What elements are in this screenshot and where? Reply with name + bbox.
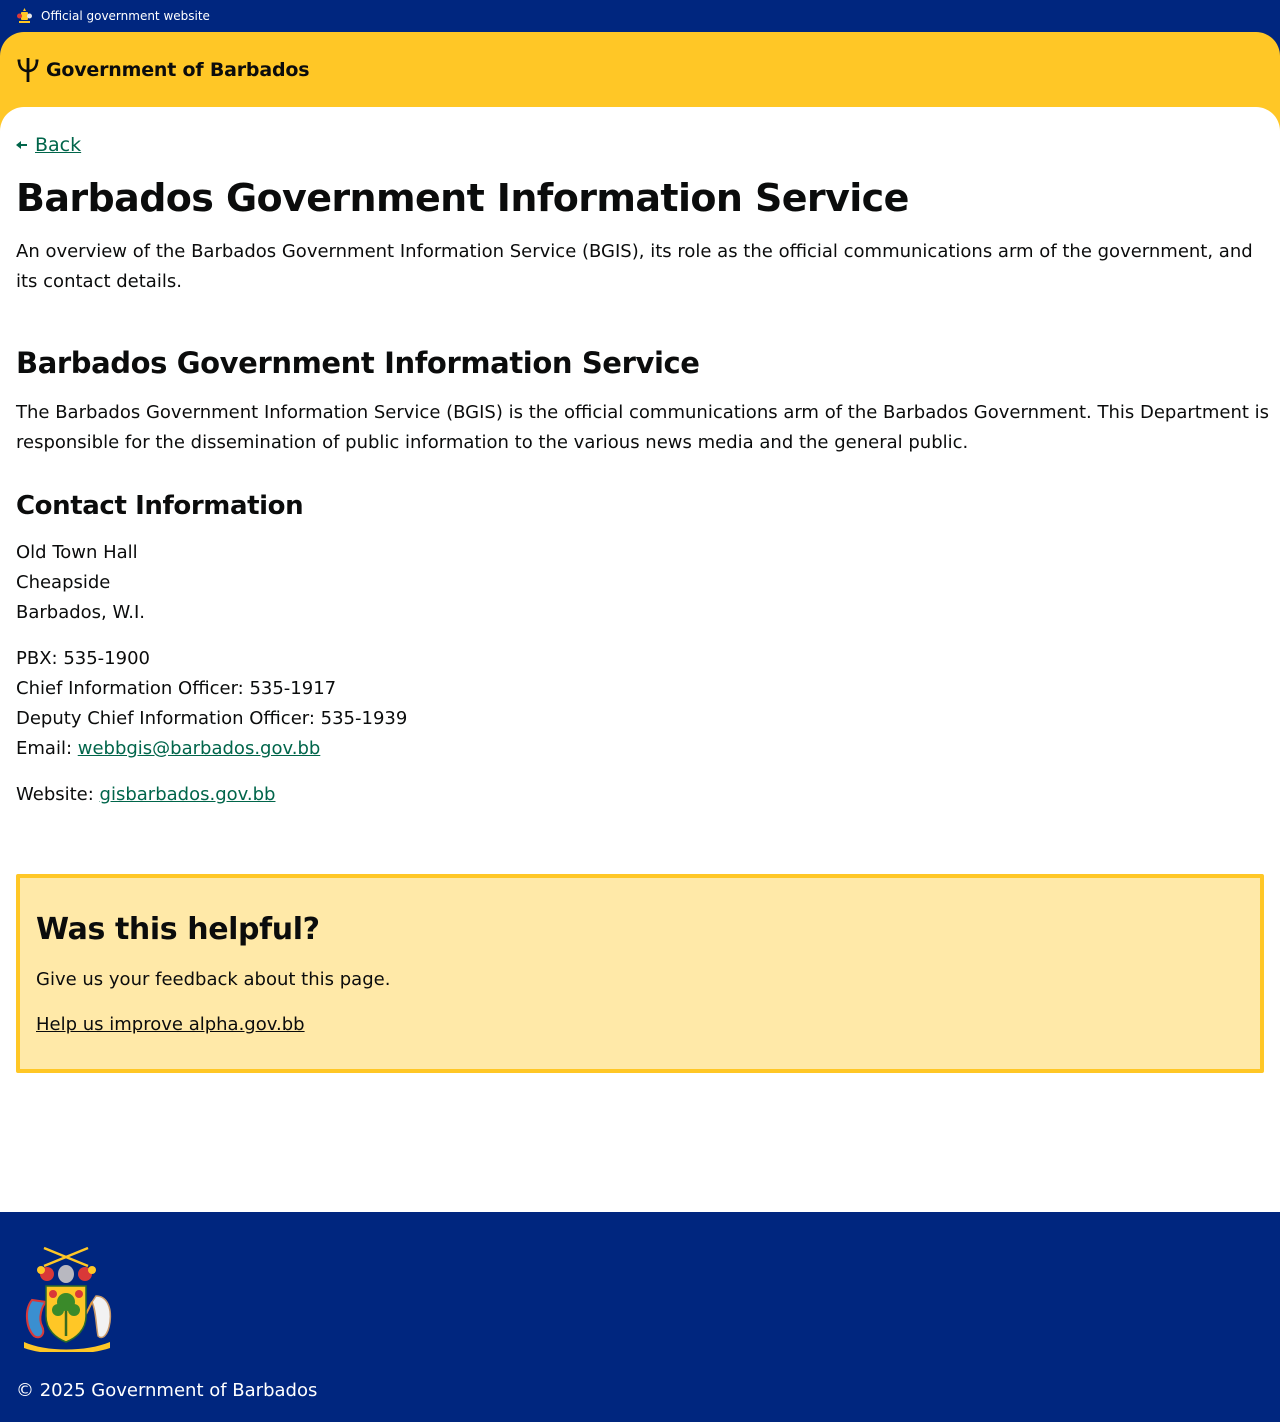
section-body: The Barbados Government Information Serv…: [16, 402, 1270, 453]
trident-icon: [17, 58, 39, 82]
website-link[interactable]: gisbarbados.gov.bb: [100, 784, 276, 805]
section-heading: Barbados Government Information Service: [16, 346, 700, 380]
brand-text: Government of Barbados: [46, 59, 310, 81]
chief-officer-number: Chief Information Officer: 535-1917: [16, 678, 337, 699]
main-content: Back Barbados Government Information Ser…: [0, 107, 1280, 1212]
official-banner-text: Official government website: [41, 9, 210, 23]
feedback-title: Was this helpful?: [36, 912, 320, 947]
official-government-banner: Official government website: [0, 0, 1280, 32]
contact-website: Website: gisbarbados.gov.bb: [16, 780, 816, 810]
coat-of-arms-icon: [24, 1246, 112, 1352]
back-link[interactable]: Back: [16, 134, 81, 156]
page-title: Barbados Government Information Service: [16, 176, 909, 220]
coat-of-arms-icon: [17, 8, 32, 23]
website-row: Website: gisbarbados.gov.bb: [16, 780, 816, 810]
back-label: Back: [35, 134, 82, 156]
contact-heading: Contact Information: [16, 491, 304, 521]
arrow-left-icon: [16, 141, 27, 149]
feedback-panel: Was this helpful? Give us your feedback …: [16, 874, 1264, 1073]
website-label: Website:: [16, 784, 100, 805]
address-line: Old Town Hall: [16, 542, 138, 563]
address-line: Barbados, W.I.: [16, 602, 145, 623]
feedback-text: Give us your feedback about this page.: [36, 969, 391, 990]
email-label: Email:: [16, 738, 78, 759]
pbx-number: PBX: 535-1900: [16, 648, 150, 669]
email-link[interactable]: webbgis@barbados.gov.bb: [78, 738, 321, 759]
feedback-link[interactable]: Help us improve alpha.gov.bb: [36, 1010, 305, 1040]
deputy-officer-number: Deputy Chief Information Officer: 535-19…: [16, 708, 408, 729]
email-row: Email: webbgis@barbados.gov.bb: [16, 734, 816, 764]
contact-address: Old Town Hall Cheapside Barbados, W.I.: [16, 538, 816, 628]
address-line: Cheapside: [16, 572, 111, 593]
copyright-text: © 2025 Government of Barbados: [16, 1380, 318, 1401]
home-link[interactable]: Government of Barbados: [16, 56, 310, 84]
page-lead: An overview of the Barbados Government I…: [16, 241, 1253, 292]
site-footer: © 2025 Government of Barbados: [0, 1212, 1280, 1422]
contact-phones: PBX: 535-1900 Chief Information Officer:…: [16, 644, 816, 764]
